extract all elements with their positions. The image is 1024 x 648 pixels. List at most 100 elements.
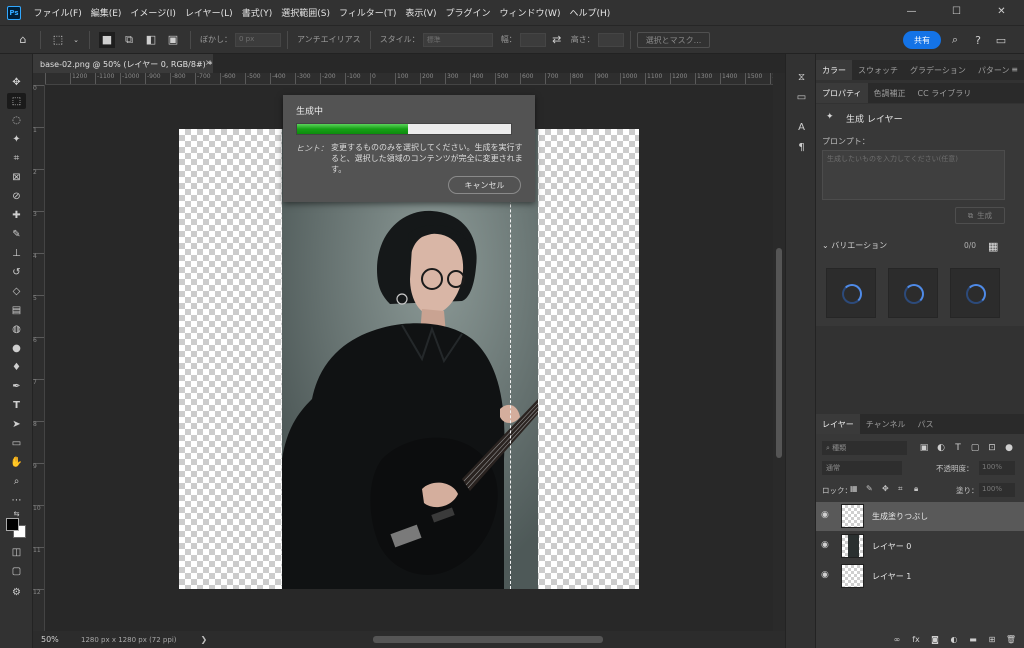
history-brush-tool-icon[interactable]: ↺ [7, 264, 26, 280]
search-icon[interactable]: ⌕ [946, 31, 964, 49]
add-mask-icon[interactable]: ◙ [928, 632, 942, 646]
shape-filter-icon[interactable]: ▢ [968, 441, 982, 455]
visibility-eye-icon[interactable]: ◉ [821, 540, 829, 550]
menu-image[interactable]: イメージ(I) [126, 6, 181, 19]
tab-color[interactable]: カラー [816, 60, 852, 80]
path-selection-tool-icon[interactable]: ➤ [7, 416, 26, 432]
generate-button[interactable]: ⧉ 生成 [955, 207, 1005, 224]
lock-image-icon[interactable]: ✎ [866, 484, 873, 493]
minimize-button[interactable]: — [889, 0, 934, 22]
clone-stamp-tool-icon[interactable]: ⊥ [7, 245, 26, 261]
blur-tool-icon[interactable]: ◍ [7, 321, 26, 337]
frame-tool-icon[interactable]: ⊠ [7, 169, 26, 185]
history-panel-icon[interactable]: ⧖ [794, 70, 809, 84]
variations-header[interactable]: ⌄ バリエーション [822, 240, 887, 251]
style-select[interactable]: 標準 [422, 32, 493, 47]
zoom-tool-icon[interactable]: ⌕ [7, 473, 26, 489]
rectangle-tool-icon[interactable]: ▭ [7, 435, 26, 451]
tab-gradients[interactable]: グラデーション [904, 60, 972, 80]
rectangular-marquee-tool-icon[interactable]: ⬚ [7, 93, 26, 109]
ruler-origin[interactable] [33, 73, 45, 85]
foreground-color-swatch[interactable] [6, 518, 19, 531]
tab-swatches[interactable]: スウォッチ [852, 60, 904, 80]
hand-tool-icon[interactable]: ✋ [7, 454, 26, 470]
document-tab[interactable]: base-02.png @ 50% (レイヤー 0, RGB/8#) * [33, 54, 213, 73]
healing-brush-tool-icon[interactable]: ✚ [7, 207, 26, 223]
panel-menu-icon[interactable]: ≡ [1011, 65, 1018, 74]
type-tool-icon[interactable]: T [7, 397, 26, 413]
menu-view[interactable]: 表示(V) [401, 6, 441, 19]
antialias-checkbox[interactable]: アンチエイリアス [297, 34, 361, 45]
comments-panel-icon[interactable]: ▭ [794, 90, 809, 104]
menu-edit[interactable]: 編集(E) [86, 6, 126, 19]
status-menu-arrow-icon[interactable]: ❯ [201, 635, 208, 644]
blend-mode-select[interactable]: 通常 [822, 461, 902, 475]
eyedropper-tool-icon[interactable]: ⊘ [7, 188, 26, 204]
feather-input[interactable]: 0 px [235, 32, 281, 47]
menu-select[interactable]: 選択範囲(S) [277, 6, 335, 19]
variation-thumbnail[interactable] [950, 268, 1000, 318]
prompt-input[interactable]: 生成したいものを入力してください(任意) [822, 150, 1005, 200]
type-filter-icon[interactable]: T [951, 441, 965, 455]
menu-file[interactable]: ファイル(F) [29, 6, 86, 19]
help-icon[interactable]: ? [969, 31, 987, 49]
layer-kind-filter[interactable]: ⌕ 種類 [822, 441, 907, 455]
height-input[interactable] [597, 32, 624, 47]
swap-icon[interactable]: ⇄ [549, 32, 565, 48]
visibility-eye-icon[interactable]: ◉ [821, 570, 829, 580]
document-info[interactable]: 1280 px x 1280 px (72 ppi) [81, 636, 177, 644]
link-layers-icon[interactable]: ∞ [890, 632, 904, 646]
grid-view-icon[interactable]: ▦ [988, 240, 998, 253]
tab-channels[interactable]: チャンネル [860, 414, 912, 434]
fill-input[interactable]: 100% [979, 483, 1015, 497]
tab-properties[interactable]: プロパティ [816, 83, 868, 103]
home-icon[interactable]: ⌂ [15, 32, 31, 48]
lock-artboard-icon[interactable]: ⌗ [898, 484, 903, 494]
move-tool-icon[interactable]: ✥ [7, 74, 26, 90]
menu-layer[interactable]: レイヤー(L) [180, 6, 237, 19]
dodge-tool-icon[interactable]: ● [7, 340, 26, 356]
lock-transparent-icon[interactable]: ▦ [850, 484, 858, 493]
tab-paths[interactable]: パス [912, 414, 940, 434]
character-panel-icon[interactable]: A [794, 120, 809, 134]
new-layer-icon[interactable]: ⊞ [985, 632, 999, 646]
maximize-button[interactable]: ☐ [934, 0, 979, 22]
cancel-button[interactable]: キャンセル [448, 176, 521, 194]
new-selection-icon[interactable]: ■ [99, 31, 115, 48]
screen-mode-icon[interactable]: ▢ [7, 563, 26, 579]
menu-plugins[interactable]: プラグイン [441, 6, 495, 19]
filter-toggle-icon[interactable]: ● [1002, 441, 1016, 455]
pen-tool-icon[interactable]: ✒ [7, 378, 26, 394]
layer-style-icon[interactable]: fx [909, 632, 923, 646]
horizontal-scrollbar[interactable] [223, 635, 753, 644]
tab-patterns[interactable]: パターン [972, 60, 1016, 80]
lock-all-icon[interactable]: 🔒︎ [914, 484, 918, 494]
lock-position-icon[interactable]: ✥ [882, 484, 889, 493]
brush-tool-icon[interactable]: ✎ [7, 226, 26, 242]
paragraph-panel-icon[interactable]: ¶ [794, 140, 809, 154]
tab-adjustments[interactable]: 色調補正 [868, 83, 912, 103]
gradient-tool-icon[interactable]: ▤ [7, 302, 26, 318]
generative-tool-icon[interactable]: ⚙ [7, 584, 26, 600]
menu-help[interactable]: ヘルプ(H) [565, 6, 615, 19]
variation-thumbnail[interactable] [826, 268, 876, 318]
rectangular-marquee-preset-icon[interactable]: ⬚ [50, 32, 66, 48]
vertical-scrollbar[interactable] [773, 73, 785, 631]
visibility-eye-icon[interactable]: ◉ [821, 510, 829, 520]
chevron-down-icon[interactable]: ⌄ [72, 32, 80, 48]
lasso-tool-icon[interactable]: ◌ [7, 112, 26, 128]
vertical-scrollbar-thumb[interactable] [776, 248, 782, 458]
add-selection-icon[interactable]: ⧉ [121, 32, 137, 48]
share-button[interactable]: 共有 [903, 31, 941, 49]
zoom-level[interactable]: 50% [41, 635, 71, 644]
variation-thumbnail[interactable] [888, 268, 938, 318]
select-and-mask-button[interactable]: 選択とマスク... [636, 31, 711, 48]
crop-tool-icon[interactable]: ⌗ [7, 150, 26, 166]
menu-type[interactable]: 書式(Y) [237, 6, 277, 19]
layer-row[interactable]: ◉ 生成塗りつぶし [816, 502, 1024, 531]
width-input[interactable] [519, 32, 546, 47]
workspace-icon[interactable]: ▭ [992, 31, 1010, 49]
menu-window[interactable]: ウィンドウ(W) [495, 6, 565, 19]
layer-row[interactable]: ◉ レイヤー 0 [816, 532, 1024, 561]
horizontal-scrollbar-thumb[interactable] [373, 636, 603, 643]
